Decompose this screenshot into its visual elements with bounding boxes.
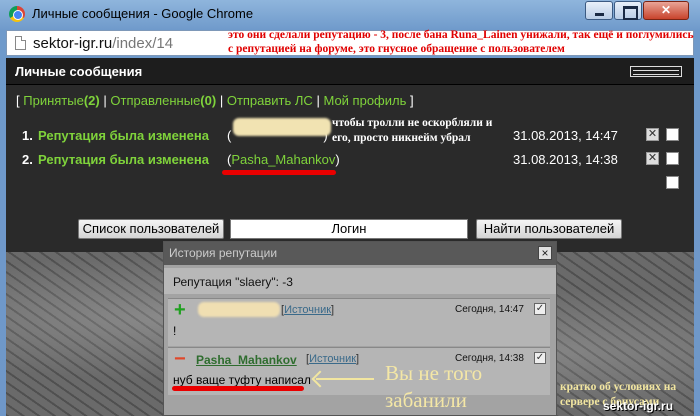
message-subject[interactable]: Репутация была изменена xyxy=(38,128,209,143)
source-link[interactable]: Источник xyxy=(309,353,356,365)
nav-compose-link[interactable]: Отправить ЛС xyxy=(227,93,313,108)
plus-icon: + xyxy=(174,299,186,321)
nav-sent-link[interactable]: Отправленные xyxy=(110,93,200,108)
message-number: 1. xyxy=(22,128,33,143)
entry-source: [Источник] xyxy=(281,304,335,316)
message-sender: (Pasha_Mahankov) xyxy=(227,152,340,167)
find-users-button[interactable]: Найти пользователей xyxy=(476,219,622,239)
annotation-big: Вы не того забанили xyxy=(385,361,483,412)
message-date: 31.08.2013, 14:38 xyxy=(513,152,618,167)
close-window-button[interactable]: ✕ xyxy=(643,1,689,20)
user-list-button[interactable]: Список пользователей xyxy=(78,219,224,239)
entry-source: [Источник] xyxy=(306,353,360,365)
pm-header: Личные сообщения xyxy=(6,58,694,85)
annotation-middle: чтобы тролли не оскорбляли и его, просто… xyxy=(332,117,493,144)
page-title: Личные сообщения xyxy=(15,64,143,79)
entry-checkbox[interactable]: ✓ xyxy=(534,352,546,364)
reputation-entry: + [Источник] Сегодня, 14:47 ✓ ! xyxy=(168,298,550,346)
nav-separator: | xyxy=(219,93,224,108)
source-link[interactable]: Источник xyxy=(284,304,331,316)
message-subject[interactable]: Репутация была изменена xyxy=(38,152,209,167)
message-row[interactable]: 2. Репутация была изменена (Pasha_Mahank… xyxy=(22,150,682,170)
dialog-header: История репутации × xyxy=(164,242,556,265)
title-bar: Личные сообщения - Google Chrome ✕ xyxy=(0,0,700,28)
delete-icon[interactable]: ✕ xyxy=(646,152,659,165)
message-checkbox[interactable] xyxy=(666,152,679,165)
nav-bracket-close: ] xyxy=(410,93,414,108)
red-underline xyxy=(172,386,304,391)
arrow-icon xyxy=(316,378,374,380)
entry-time: Сегодня, 14:47 xyxy=(455,304,524,315)
collapse-toggle-icon[interactable] xyxy=(630,66,682,77)
delete-icon[interactable]: ✕ xyxy=(646,128,659,141)
nav-inbox-link[interactable]: Принятые xyxy=(23,93,84,108)
annotation-top: это они сделали репутацию - 3, после бан… xyxy=(228,29,694,55)
entry-checkbox[interactable]: ✓ xyxy=(534,303,546,315)
message-number: 2. xyxy=(22,152,33,167)
nav-bracket-open: [ xyxy=(16,93,20,108)
watermark: sektor-igr.ru xyxy=(603,399,674,413)
window-title: Личные сообщения - Google Chrome xyxy=(32,6,254,21)
close-icon[interactable]: × xyxy=(538,246,552,260)
browser-window: Личные сообщения - Google Chrome ✕ sekto… xyxy=(0,0,700,416)
maximize-button[interactable] xyxy=(614,1,642,20)
reputation-summary-bar: Репутация "slaery": -3 xyxy=(164,268,556,294)
pm-nav: [ Принятые(2) | Отправленные(0) | Отправ… xyxy=(16,93,414,108)
redacted-user-blob xyxy=(198,302,280,317)
page-icon xyxy=(15,36,26,50)
url-host: sektor-igr.ru xyxy=(33,35,113,52)
nav-sent-count: (0) xyxy=(200,93,217,108)
minus-icon: − xyxy=(174,348,186,370)
entry-user-link[interactable]: Pasha_Mahankov xyxy=(196,353,297,367)
login-input[interactable]: Логин xyxy=(230,219,468,239)
nav-separator: | xyxy=(316,93,320,108)
red-underline xyxy=(222,170,336,175)
redacted-sender-blob xyxy=(233,118,331,136)
entry-comment: ! xyxy=(173,324,177,338)
chrome-logo-icon xyxy=(9,6,25,22)
sender-name[interactable]: Pasha_Mahankov xyxy=(231,152,335,167)
message-date: 31.08.2013, 14:47 xyxy=(513,128,618,143)
url-path: /index/14 xyxy=(112,35,174,52)
url-text[interactable]: sektor-igr.ru/index/14 xyxy=(33,35,173,52)
nav-profile-link[interactable]: Мой профиль xyxy=(323,93,406,108)
select-all-checkbox[interactable] xyxy=(666,176,679,189)
minimize-button[interactable] xyxy=(585,1,613,20)
nav-inbox-count: (2) xyxy=(83,93,100,108)
reputation-summary: Репутация "slaery": -3 xyxy=(173,275,293,289)
dialog-title: История репутации xyxy=(169,246,278,260)
entry-comment: нуб ваще туфту написал xyxy=(173,373,311,387)
nav-separator: | xyxy=(103,93,107,108)
message-checkbox[interactable] xyxy=(666,128,679,141)
